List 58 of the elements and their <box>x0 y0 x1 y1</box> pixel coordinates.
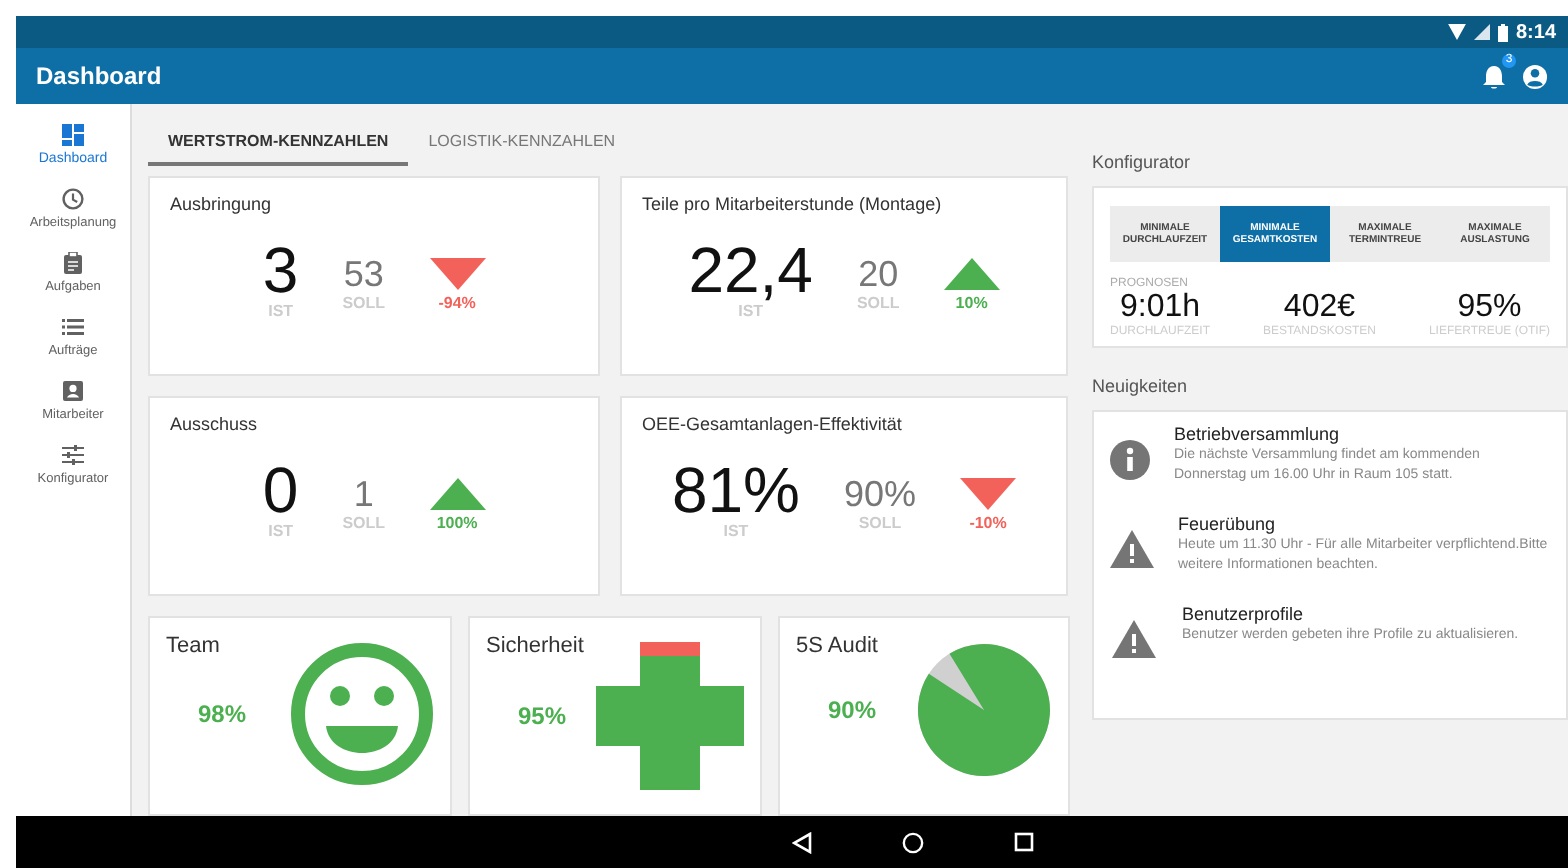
trend-down-icon <box>960 478 1017 510</box>
home-icon[interactable] <box>901 831 923 853</box>
cross-arm <box>700 686 744 746</box>
forecast-value: 95% <box>1457 290 1522 325</box>
back-icon[interactable] <box>791 831 811 853</box>
trend-up-icon <box>429 478 486 510</box>
forecast-value: 402€ <box>1283 290 1356 325</box>
card-title: 5S Audit <box>796 634 880 658</box>
status-time: 8:14 <box>1515 21 1556 43</box>
warning-icon <box>1112 620 1156 658</box>
info-icon <box>1110 440 1150 480</box>
news-title: Betriebversammlung <box>1174 424 1342 444</box>
account-icon[interactable] <box>1522 63 1548 89</box>
card-title: OEE-Gesamtanlagen-Effektivität <box>642 414 904 434</box>
notification-bell-icon[interactable] <box>1482 63 1506 89</box>
actual-value: 0 <box>262 458 299 522</box>
trend-up-icon <box>943 258 1000 290</box>
forecast-value: 9:01h <box>1119 290 1201 325</box>
dashboard-icon <box>62 124 84 146</box>
section-title: Neuigkeiten <box>1092 376 1190 396</box>
target-value: 90% <box>844 474 917 514</box>
sliders-icon <box>61 444 84 466</box>
gauge-value: 98% <box>198 700 247 728</box>
change-value: -10% <box>969 514 1007 532</box>
card-title: Sicherheit <box>486 634 586 658</box>
card-title: Team <box>166 634 222 658</box>
actual-value: 3 <box>262 238 299 302</box>
app-title: Dashboard <box>36 62 162 90</box>
target-value: 53 <box>343 254 384 294</box>
clipboard-icon <box>62 252 84 274</box>
gauge-value: 95% <box>518 702 567 730</box>
gauge-value: 90% <box>828 696 877 724</box>
card-title: Ausschuss <box>170 414 260 434</box>
cross-arm <box>596 686 640 746</box>
list-icon <box>61 316 84 338</box>
clock-icon <box>62 188 84 210</box>
actual-value: 81% <box>671 458 800 522</box>
tab[interactable]: WERTSTROM-KENNZAHLEN <box>148 132 409 166</box>
signal-icon <box>1473 24 1490 40</box>
person-card-icon <box>62 380 84 402</box>
change-value: 10% <box>955 294 988 312</box>
target-value: 1 <box>353 474 374 514</box>
change-value: -94% <box>438 294 476 312</box>
tab[interactable]: LOGISTIK-KENNZAHLEN <box>408 132 636 166</box>
card-title: Teile pro Mitarbeiterstunde (Montage) <box>642 194 944 214</box>
trend-down-icon <box>429 258 486 290</box>
news-title: Benutzerprofile <box>1182 604 1306 624</box>
smiley-face-icon <box>290 642 434 786</box>
card-title: Ausbringung <box>170 194 274 214</box>
news-title: Feuerübung <box>1178 514 1278 534</box>
actual-value: 22,4 <box>688 238 813 302</box>
warning-icon <box>1110 530 1154 568</box>
wifi-icon <box>1447 24 1466 40</box>
battery-icon <box>1497 23 1508 41</box>
recent-apps-icon[interactable] <box>1013 832 1033 852</box>
target-value: 20 <box>858 254 899 294</box>
section-title: Konfigurator <box>1092 152 1193 172</box>
change-value: 100% <box>436 514 478 532</box>
